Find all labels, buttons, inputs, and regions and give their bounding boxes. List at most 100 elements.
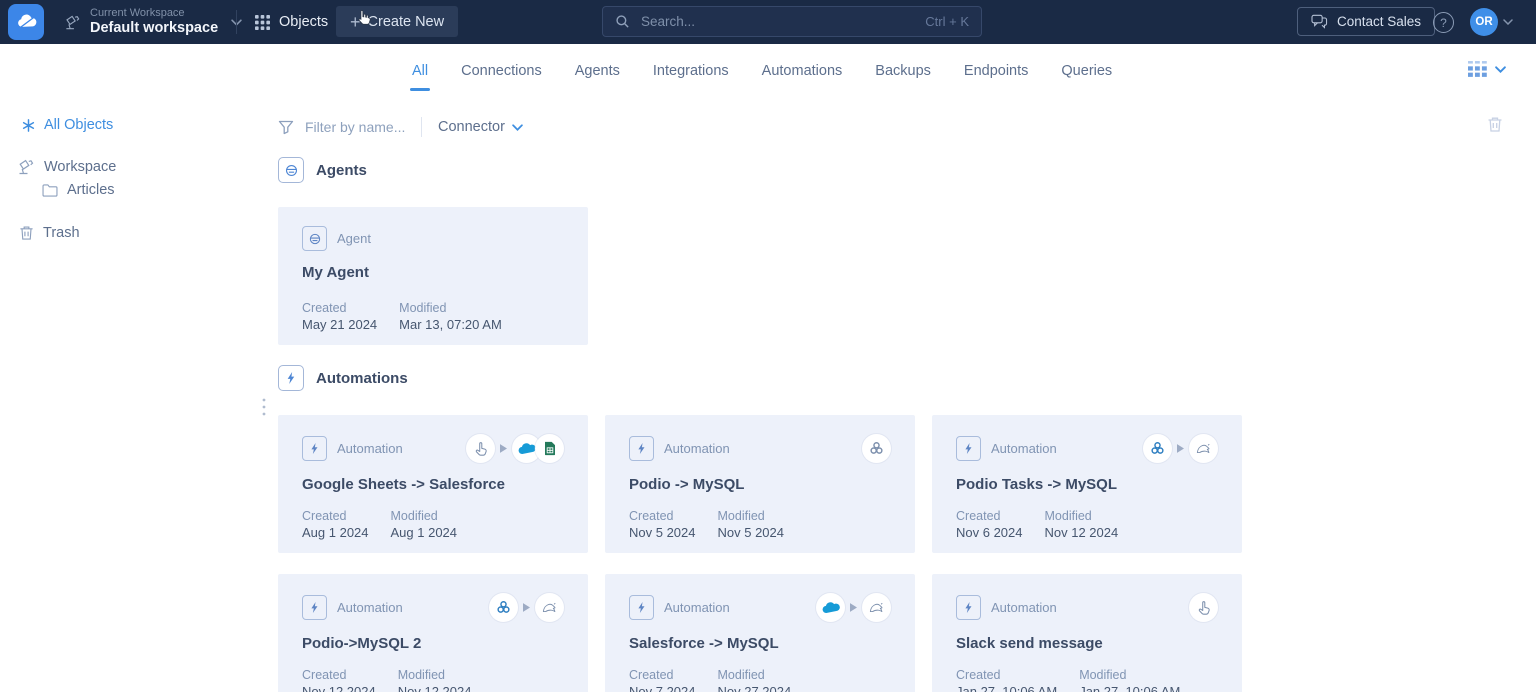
card-connector-icons: [862, 434, 891, 463]
user-avatar[interactable]: OR: [1470, 8, 1498, 36]
create-new-label: Create New: [367, 13, 445, 30]
card-header: Automation: [629, 593, 891, 622]
automation-type-icon: [629, 595, 654, 620]
automations-section-header: Automations: [278, 365, 408, 391]
created-value: Jan 27, 10:06 AM: [956, 684, 1058, 692]
contact-sales-button[interactable]: Contact Sales: [1297, 7, 1436, 36]
automation-card[interactable]: Automation Salesforce -> MySQL Created Nov …: [605, 574, 915, 692]
card-dates: Created Jan 27, 10:06 AM Modified Jan 27, 1…: [956, 668, 1180, 692]
created-label: Created: [302, 301, 347, 315]
automations-card-grid: Automation Google Sheets -> Salesforce Cre…: [278, 415, 1242, 692]
filter-divider: [421, 117, 422, 137]
card-title: Salesforce -> MySQL: [629, 635, 779, 652]
card-type-label: Automation: [337, 600, 403, 615]
sidebar-item-articles[interactable]: Articles: [42, 182, 115, 198]
salesforce-icon: [816, 593, 845, 622]
search-icon: [615, 14, 630, 29]
lightning-bolt-icon: [278, 365, 304, 391]
grid-icon: [255, 14, 270, 30]
automation-card[interactable]: Automation Podio Tasks -> MySQL Created Nov…: [932, 415, 1242, 553]
automation-card[interactable]: Automation Google Sheets -> Salesforce Cre…: [278, 415, 588, 553]
tab-connections[interactable]: Connections: [461, 44, 542, 98]
sidebar-item-all-objects[interactable]: All Objects: [22, 117, 113, 133]
agent-card[interactable]: Agent My Agent Created May 21 2024 Modified M…: [278, 207, 588, 345]
manual-trigger-icon: [1189, 593, 1218, 622]
google-sheets-icon: [535, 434, 564, 463]
card-header: Automation: [302, 434, 564, 463]
flow-arrow-icon: [523, 603, 530, 612]
view-switcher[interactable]: [1468, 61, 1506, 78]
tab-endpoints[interactable]: Endpoints: [964, 44, 1029, 98]
modified-value: Nov 5 2024: [717, 525, 785, 540]
automation-card[interactable]: Automation Podio -> MySQL Created Nov 5 202…: [605, 415, 915, 553]
tab-backups[interactable]: Backups: [875, 44, 931, 98]
connector-filter-dropdown[interactable]: Connector: [438, 119, 523, 135]
card-dates: Created Aug 1 2024 Modified Aug 1 2024: [302, 509, 457, 540]
card-dates: Created Nov 6 2024 Modified Nov 12 2024: [956, 509, 1118, 540]
card-connector-icons: [816, 593, 891, 622]
folder-icon: [42, 183, 58, 197]
modified-label: Modified: [1079, 668, 1127, 682]
card-connector-icons: [1143, 434, 1218, 463]
podio-gray-icon: [862, 434, 891, 463]
search-input[interactable]: [639, 13, 917, 30]
card-dates: Created Nov 7 2024 Modified Nov 27 2024: [629, 668, 791, 692]
created-label: Created: [956, 668, 1001, 682]
created-value: May 21 2024: [302, 317, 378, 332]
workspace-selector[interactable]: Current Workspace Default workspace: [64, 0, 242, 44]
automation-type-icon: [956, 436, 981, 461]
card-header: Automation: [956, 593, 1218, 622]
tab-automations[interactable]: Automations: [762, 44, 843, 98]
object-type-tabbar: All Connections Agents Integrations Automati…: [0, 44, 1536, 98]
agents-card-grid: Agent My Agent Created May 21 2024 Modified M…: [278, 207, 588, 345]
mysql-icon: [862, 593, 891, 622]
modified-value: Aug 1 2024: [390, 525, 458, 540]
podio-icon: [489, 593, 518, 622]
tab-integrations[interactable]: Integrations: [653, 44, 729, 98]
card-connector-icons: [489, 593, 564, 622]
sidebar-item-trash[interactable]: Trash: [19, 225, 80, 241]
card-title: Podio Tasks -> MySQL: [956, 476, 1118, 493]
tab-agents[interactable]: Agents: [575, 44, 620, 98]
workspace-selector-label: Current Workspace: [90, 6, 185, 19]
create-new-button[interactable]: + Create New: [336, 6, 459, 37]
agent-icon: [278, 157, 304, 183]
card-title: Google Sheets -> Salesforce: [302, 476, 505, 493]
plus-icon: +: [350, 11, 361, 32]
automation-type-icon: [629, 436, 654, 461]
mysql-icon: [535, 593, 564, 622]
sidebar-item-workspace[interactable]: Workspace: [17, 158, 116, 176]
mysql-icon: [1189, 434, 1218, 463]
tabs-container: All Connections Agents Integrations Automati…: [409, 44, 1112, 98]
search-shortcut: Ctrl + K: [925, 14, 969, 29]
tab-all[interactable]: All: [409, 44, 431, 98]
objects-button[interactable]: Objects: [255, 0, 328, 44]
sidebar-item-label: All Objects: [44, 117, 114, 133]
contact-sales-label: Contact Sales: [1337, 14, 1422, 29]
card-header: Agent: [302, 226, 564, 251]
automation-type-icon: [956, 595, 981, 620]
automation-card[interactable]: Automation Podio->MySQL 2 Created Nov 12 20…: [278, 574, 588, 692]
user-menu-chevron-icon[interactable]: [1503, 19, 1513, 25]
podio-icon: [1143, 434, 1172, 463]
card-header: Automation: [629, 434, 891, 463]
flow-arrow-icon: [1177, 444, 1184, 453]
filter-by-name-input[interactable]: [303, 118, 415, 136]
manual-trigger-icon: [466, 434, 495, 463]
card-title: Slack send message: [956, 635, 1103, 652]
created-label: Created: [956, 509, 1001, 523]
modified-value: Nov 12 2024: [1044, 525, 1119, 540]
created-value: Nov 6 2024: [956, 525, 1023, 540]
drag-handle-icon[interactable]: [262, 398, 266, 416]
modified-value: Nov 27 2024: [717, 684, 792, 692]
modified-label: Modified: [399, 301, 447, 315]
help-button[interactable]: ?: [1433, 12, 1454, 33]
tab-queries[interactable]: Queries: [1061, 44, 1112, 98]
automation-type-icon: [302, 436, 327, 461]
delete-selected-button[interactable]: [1487, 116, 1503, 133]
created-label: Created: [302, 668, 347, 682]
app-logo[interactable]: [8, 4, 44, 40]
connector-filter-label: Connector: [438, 119, 505, 135]
card-title: Podio->MySQL 2: [302, 635, 422, 652]
automation-card[interactable]: Automation Slack send message Created Jan 2…: [932, 574, 1242, 692]
